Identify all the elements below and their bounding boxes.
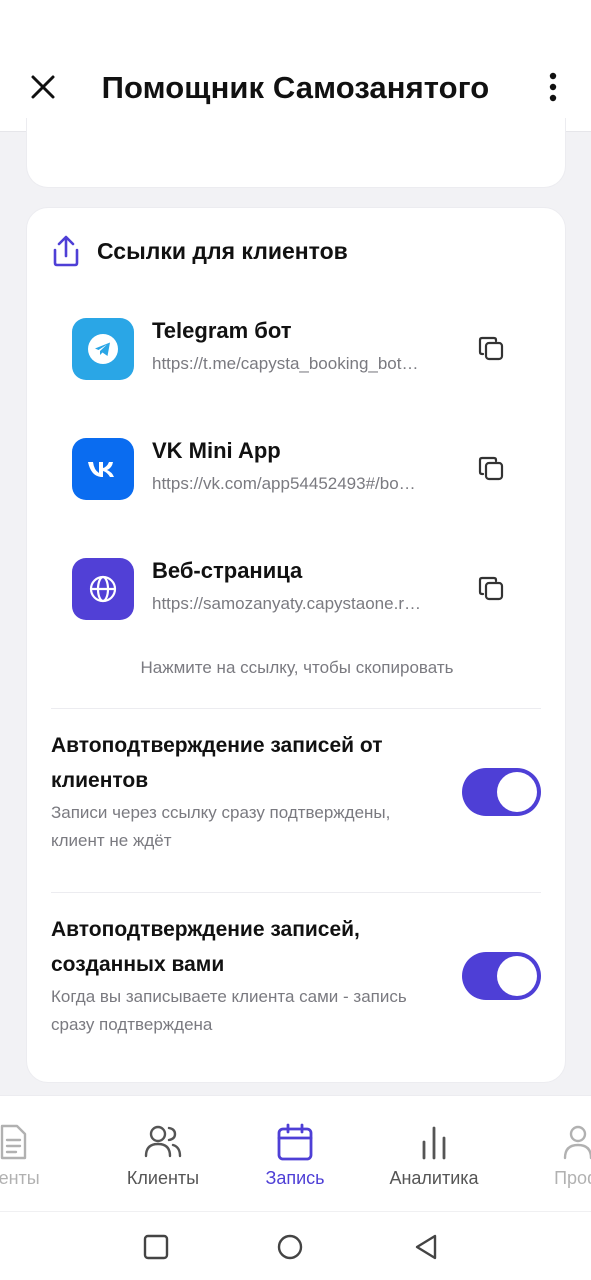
recents-square-icon[interactable] [141,1232,171,1262]
user-icon [558,1122,591,1162]
copy-icon[interactable] [477,334,507,364]
client-links-card: Ссылки для клиентов Telegram бот https:/… [26,207,566,1083]
link-name: Веб-страница [152,558,303,583]
nav-label: Клиенты [126,1168,200,1188]
page-title: Помощник Самозанятого [101,70,490,105]
calendar-icon [275,1122,315,1162]
home-circle-icon[interactable] [275,1232,305,1262]
link-item-web[interactable]: Веб-страница https://samozanyaty.capysta… [71,556,541,622]
nav-item-documents[interactable]: менты [0,1096,83,1212]
bar-chart-icon [414,1122,454,1162]
nav-item-profile[interactable]: Проф [508,1096,591,1212]
section-title: Ссылки для клиентов [97,238,348,264]
status-bar-area [0,0,591,44]
nav-item-booking[interactable]: Запись [225,1096,365,1212]
toggle-description: Когда вы записываете клиента сами - запи… [51,987,407,1034]
toggle-knob [497,956,537,996]
copy-icon[interactable] [477,454,507,484]
divider [51,892,541,893]
document-icon [0,1122,33,1162]
nav-label: Проф [554,1168,591,1188]
nav-label: Аналитика [389,1168,479,1188]
globe-icon [72,558,134,620]
vk-icon [72,438,134,500]
auto-confirm-self-toggle[interactable] [462,952,541,1000]
toggle-title-client-auto-confirm: Автоподтверждение записей от клиентов [51,734,383,792]
previous-card [26,118,566,188]
share-upload-icon [51,234,81,268]
nav-label: менты [0,1168,40,1188]
back-triangle-icon[interactable] [411,1232,441,1262]
link-name: VK Mini App [152,438,281,463]
nav-label: Запись [265,1168,325,1188]
copy-hint: Нажмите на ссылку, чтобы скопировать [140,658,454,677]
nav-item-analytics[interactable]: Аналитика [364,1096,504,1212]
link-item-vk[interactable]: VK Mini App https://vk.com/app54452493#/… [71,436,541,502]
link-url[interactable]: https://samozanyaty.capystaone.r… [152,594,444,614]
divider [51,708,541,709]
bottom-nav: менты Клиенты Запись Аналитика [0,1095,591,1211]
toggle-title-self-auto-confirm: Автоподтверждение записей, созданных вам… [51,918,360,976]
nav-item-clients[interactable]: Клиенты [93,1096,233,1212]
more-vertical-icon[interactable] [536,70,570,104]
system-nav-bar [0,1211,591,1280]
users-icon [143,1122,183,1162]
link-url[interactable]: https://t.me/capysta_booking_bot… [152,354,444,374]
link-url[interactable]: https://vk.com/app54452493#/bo… [152,474,444,494]
link-item-telegram[interactable]: Telegram бот https://t.me/capysta_bookin… [71,316,541,382]
auto-confirm-clients-toggle[interactable] [462,768,541,816]
telegram-icon [72,318,134,380]
toggle-description: Записи через ссылку сразу подтверждены, … [51,803,391,850]
link-name: Telegram бот [152,318,292,343]
copy-icon[interactable] [477,574,507,604]
toggle-knob [497,772,537,812]
